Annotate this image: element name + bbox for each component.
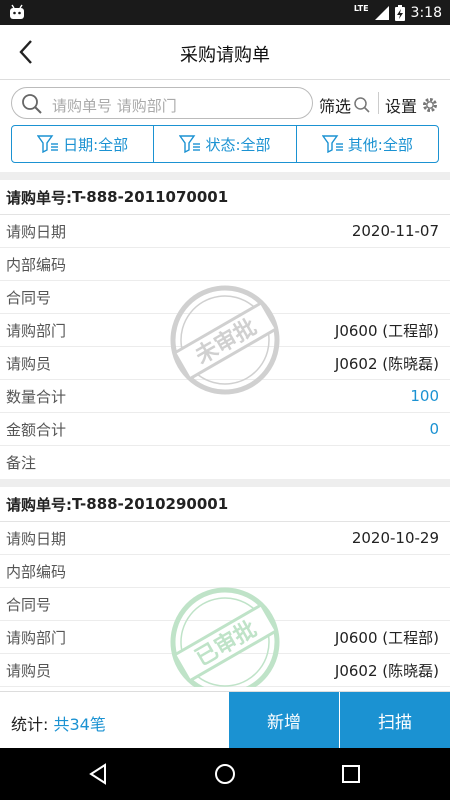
field-label: 请购员: [6, 354, 52, 373]
field-value: 2020-11-07: [351, 222, 439, 240]
field-row: 合同号: [0, 588, 450, 621]
signal-icon: [374, 5, 389, 20]
separator: [0, 172, 450, 180]
separator: [0, 479, 450, 487]
field-value: 100: [410, 387, 439, 405]
recents-square-icon[interactable]: [338, 761, 364, 787]
app-header: 采购请购单: [0, 25, 450, 80]
search-placeholder: 请购单号 请购部门: [52, 97, 177, 115]
order-number-row: 请购单号: T-888-2011070001: [0, 180, 450, 215]
order-number-label: 请购单号:: [6, 188, 72, 207]
field-row: 请购员 J0602 (陈晓磊): [0, 347, 450, 380]
stats-count: 共34笔: [53, 715, 106, 734]
battery-charging-icon: [394, 4, 405, 21]
tab-label: 其他:全部: [347, 135, 413, 154]
field-value: 2020-10-29: [351, 529, 439, 547]
system-navigation-bar: [0, 748, 450, 800]
field-row: 金额合计 0: [0, 413, 450, 446]
field-row: 请购日期 2020-10-29: [0, 522, 450, 555]
field-label: 请购日期: [6, 529, 67, 548]
filter-funnel-icon: [37, 135, 59, 153]
home-circle-icon[interactable]: [212, 761, 238, 787]
field-label: 内部编码: [6, 255, 67, 274]
field-row: 备注: [0, 446, 450, 479]
field-row: 数量合计 100: [0, 380, 450, 413]
field-row: 内部编码: [0, 248, 450, 281]
tab-label: 状态:全部: [205, 135, 271, 154]
filter-button[interactable]: 筛选: [319, 93, 371, 117]
order-number: T-888-2011070001: [72, 188, 229, 206]
field-label: 请购部门: [6, 628, 67, 647]
field-row: 请购部门 J0600 (工程部): [0, 314, 450, 347]
field-label: 备注: [6, 454, 37, 472]
field-label: 金额合计: [6, 420, 67, 439]
field-value: J0600 (工程部): [334, 628, 439, 647]
field-row: 请购部门 J0600 (工程部): [0, 621, 450, 654]
field-label: 合同号: [6, 595, 52, 614]
bottom-action-bar: 统计: 共34笔 新增 扫描: [0, 691, 450, 749]
scan-button[interactable]: 扫描: [340, 692, 450, 749]
order-card[interactable]: 请购单号: T-888-2011070001 请购日期 2020-11-07 内部编…: [0, 180, 450, 479]
order-number: T-888-2010290001: [72, 495, 229, 513]
back-triangle-icon[interactable]: [86, 761, 112, 787]
search-row: 请购单号 请购部门 筛选 设置: [0, 80, 450, 124]
field-label: 请购日期: [6, 222, 67, 241]
filter-tabs: 日期:全部 状态:全部 其他:全部: [11, 125, 439, 163]
order-number-label: 请购单号:: [6, 495, 72, 514]
field-value: 0: [429, 420, 439, 438]
filter-funnel-icon: [179, 135, 201, 153]
field-label: 请购员: [6, 661, 52, 680]
settings-label: 设置: [385, 97, 418, 116]
field-row: 内部编码: [0, 555, 450, 588]
filter-funnel-icon: [321, 135, 343, 153]
filter-label: 筛选: [319, 97, 352, 116]
stats-label: 统计:: [11, 715, 49, 734]
clock: 3:18: [410, 4, 442, 21]
page-title: 采购请购单: [180, 45, 270, 66]
tab-other-filter[interactable]: 其他:全部: [295, 126, 438, 162]
tab-date-filter[interactable]: 日期:全部: [12, 126, 153, 162]
network-type: LTE: [353, 4, 369, 13]
field-label: 请购部门: [6, 321, 67, 340]
field-label: 数量合计: [6, 387, 67, 406]
settings-button[interactable]: 设置: [385, 93, 439, 117]
order-number-row: 请购单号: T-888-2010290001: [0, 487, 450, 522]
status-bar: LTE 3:18: [0, 0, 450, 25]
search-icon: [22, 94, 42, 114]
add-button[interactable]: 新增: [229, 692, 339, 749]
field-value: J0600 (工程部): [334, 321, 439, 340]
stats-summary: 统计: 共34笔: [11, 711, 106, 735]
field-value: J0602 (陈晓磊): [334, 354, 439, 373]
tab-status-filter[interactable]: 状态:全部: [153, 126, 295, 162]
order-card[interactable]: 请购单号: T-888-2010290001 请购日期 2020-10-29 内部编…: [0, 487, 450, 687]
divider: [378, 92, 379, 114]
field-row: 请购员 J0602 (陈晓磊): [0, 654, 450, 687]
field-label: 内部编码: [6, 562, 67, 581]
android-notification-icon: [10, 4, 24, 19]
magnifier-icon: [354, 97, 370, 113]
tab-label: 日期:全部: [63, 135, 129, 154]
gear-icon: [423, 98, 438, 112]
field-value: J0602 (陈晓磊): [334, 661, 439, 680]
order-list: 请购单号: T-888-2011070001 请购日期 2020-11-07 内部编…: [0, 172, 450, 687]
field-row: 请购日期 2020-11-07: [0, 215, 450, 248]
field-label: 合同号: [6, 288, 52, 307]
search-input[interactable]: 请购单号 请购部门: [11, 87, 313, 119]
field-row: 合同号: [0, 281, 450, 314]
